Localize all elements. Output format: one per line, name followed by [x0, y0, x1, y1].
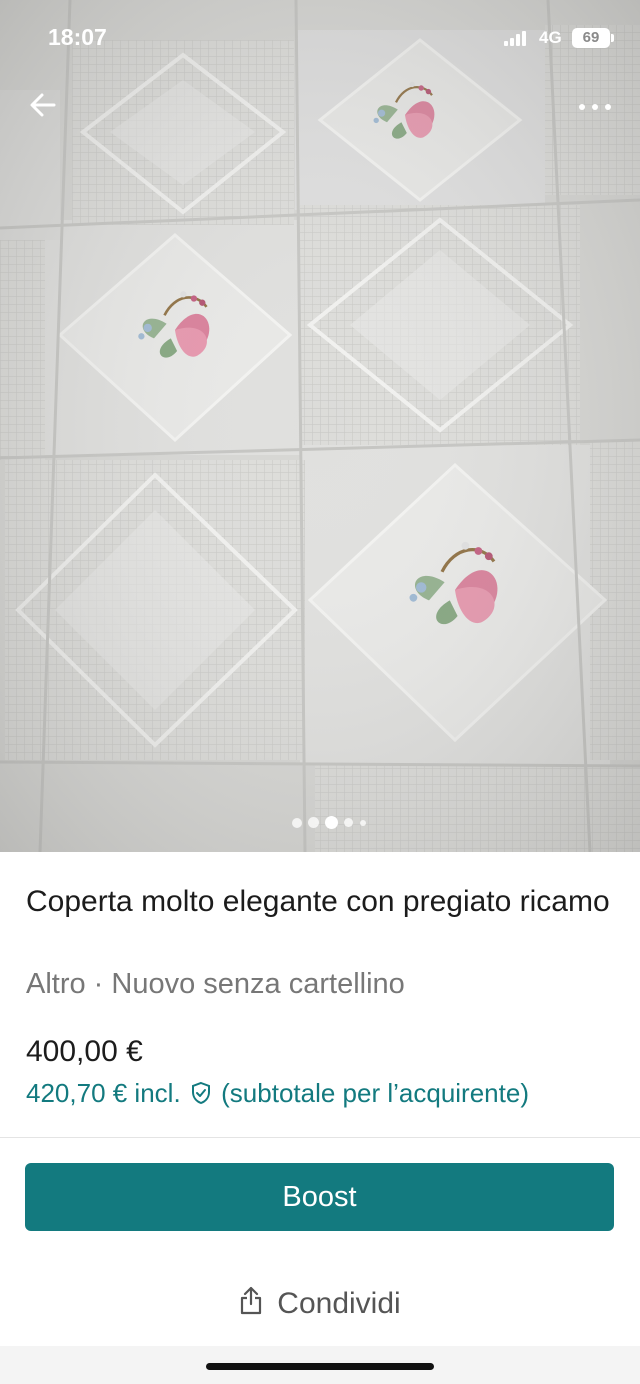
back-arrow-icon[interactable] — [26, 88, 60, 122]
battery-tip — [611, 34, 614, 42]
pagination-dot[interactable] — [360, 820, 366, 826]
status-bar: 18:07 4G 69 — [0, 0, 640, 80]
pagination-dot-active[interactable] — [325, 816, 338, 829]
buyer-price-info[interactable]: 420,70 € incl. (subtotale per l’acquiren… — [26, 1078, 529, 1112]
network-label: 4G — [539, 28, 562, 47]
buyer-price-note: (subtotale per l’acquirente) — [221, 1078, 529, 1108]
pagination-dot[interactable] — [344, 818, 353, 827]
signal-icon — [504, 30, 526, 46]
buyer-price: 420,70 € incl. — [26, 1078, 181, 1108]
home-indicator[interactable] — [206, 1363, 434, 1370]
listing-details: Coperta molto elegante con pregiato rica… — [0, 852, 640, 1138]
listing-price: 400,00 € — [26, 1035, 143, 1068]
embroidered-blanket-image — [0, 0, 640, 852]
more-icon[interactable] — [574, 94, 616, 120]
listing-title: Coperta molto elegante con pregiato rica… — [26, 885, 610, 918]
listing-subtitle: Altro · Nuovo senza cartellino — [26, 968, 405, 1000]
share-label: Condividi — [277, 1287, 401, 1320]
status-time: 18:07 — [48, 24, 107, 50]
listing-photo[interactable]: 18:07 4G 69 — [0, 0, 640, 852]
pagination-dot[interactable] — [308, 817, 319, 828]
battery-icon: 69 — [572, 28, 610, 48]
pagination-dot[interactable] — [292, 818, 302, 828]
share-button[interactable]: Condividi — [0, 1278, 640, 1330]
gallery-pagination[interactable] — [292, 816, 382, 829]
shield-check-icon — [190, 1081, 212, 1112]
divider — [0, 1137, 640, 1138]
boost-button[interactable]: Boost — [25, 1163, 614, 1231]
share-icon — [239, 1285, 263, 1323]
